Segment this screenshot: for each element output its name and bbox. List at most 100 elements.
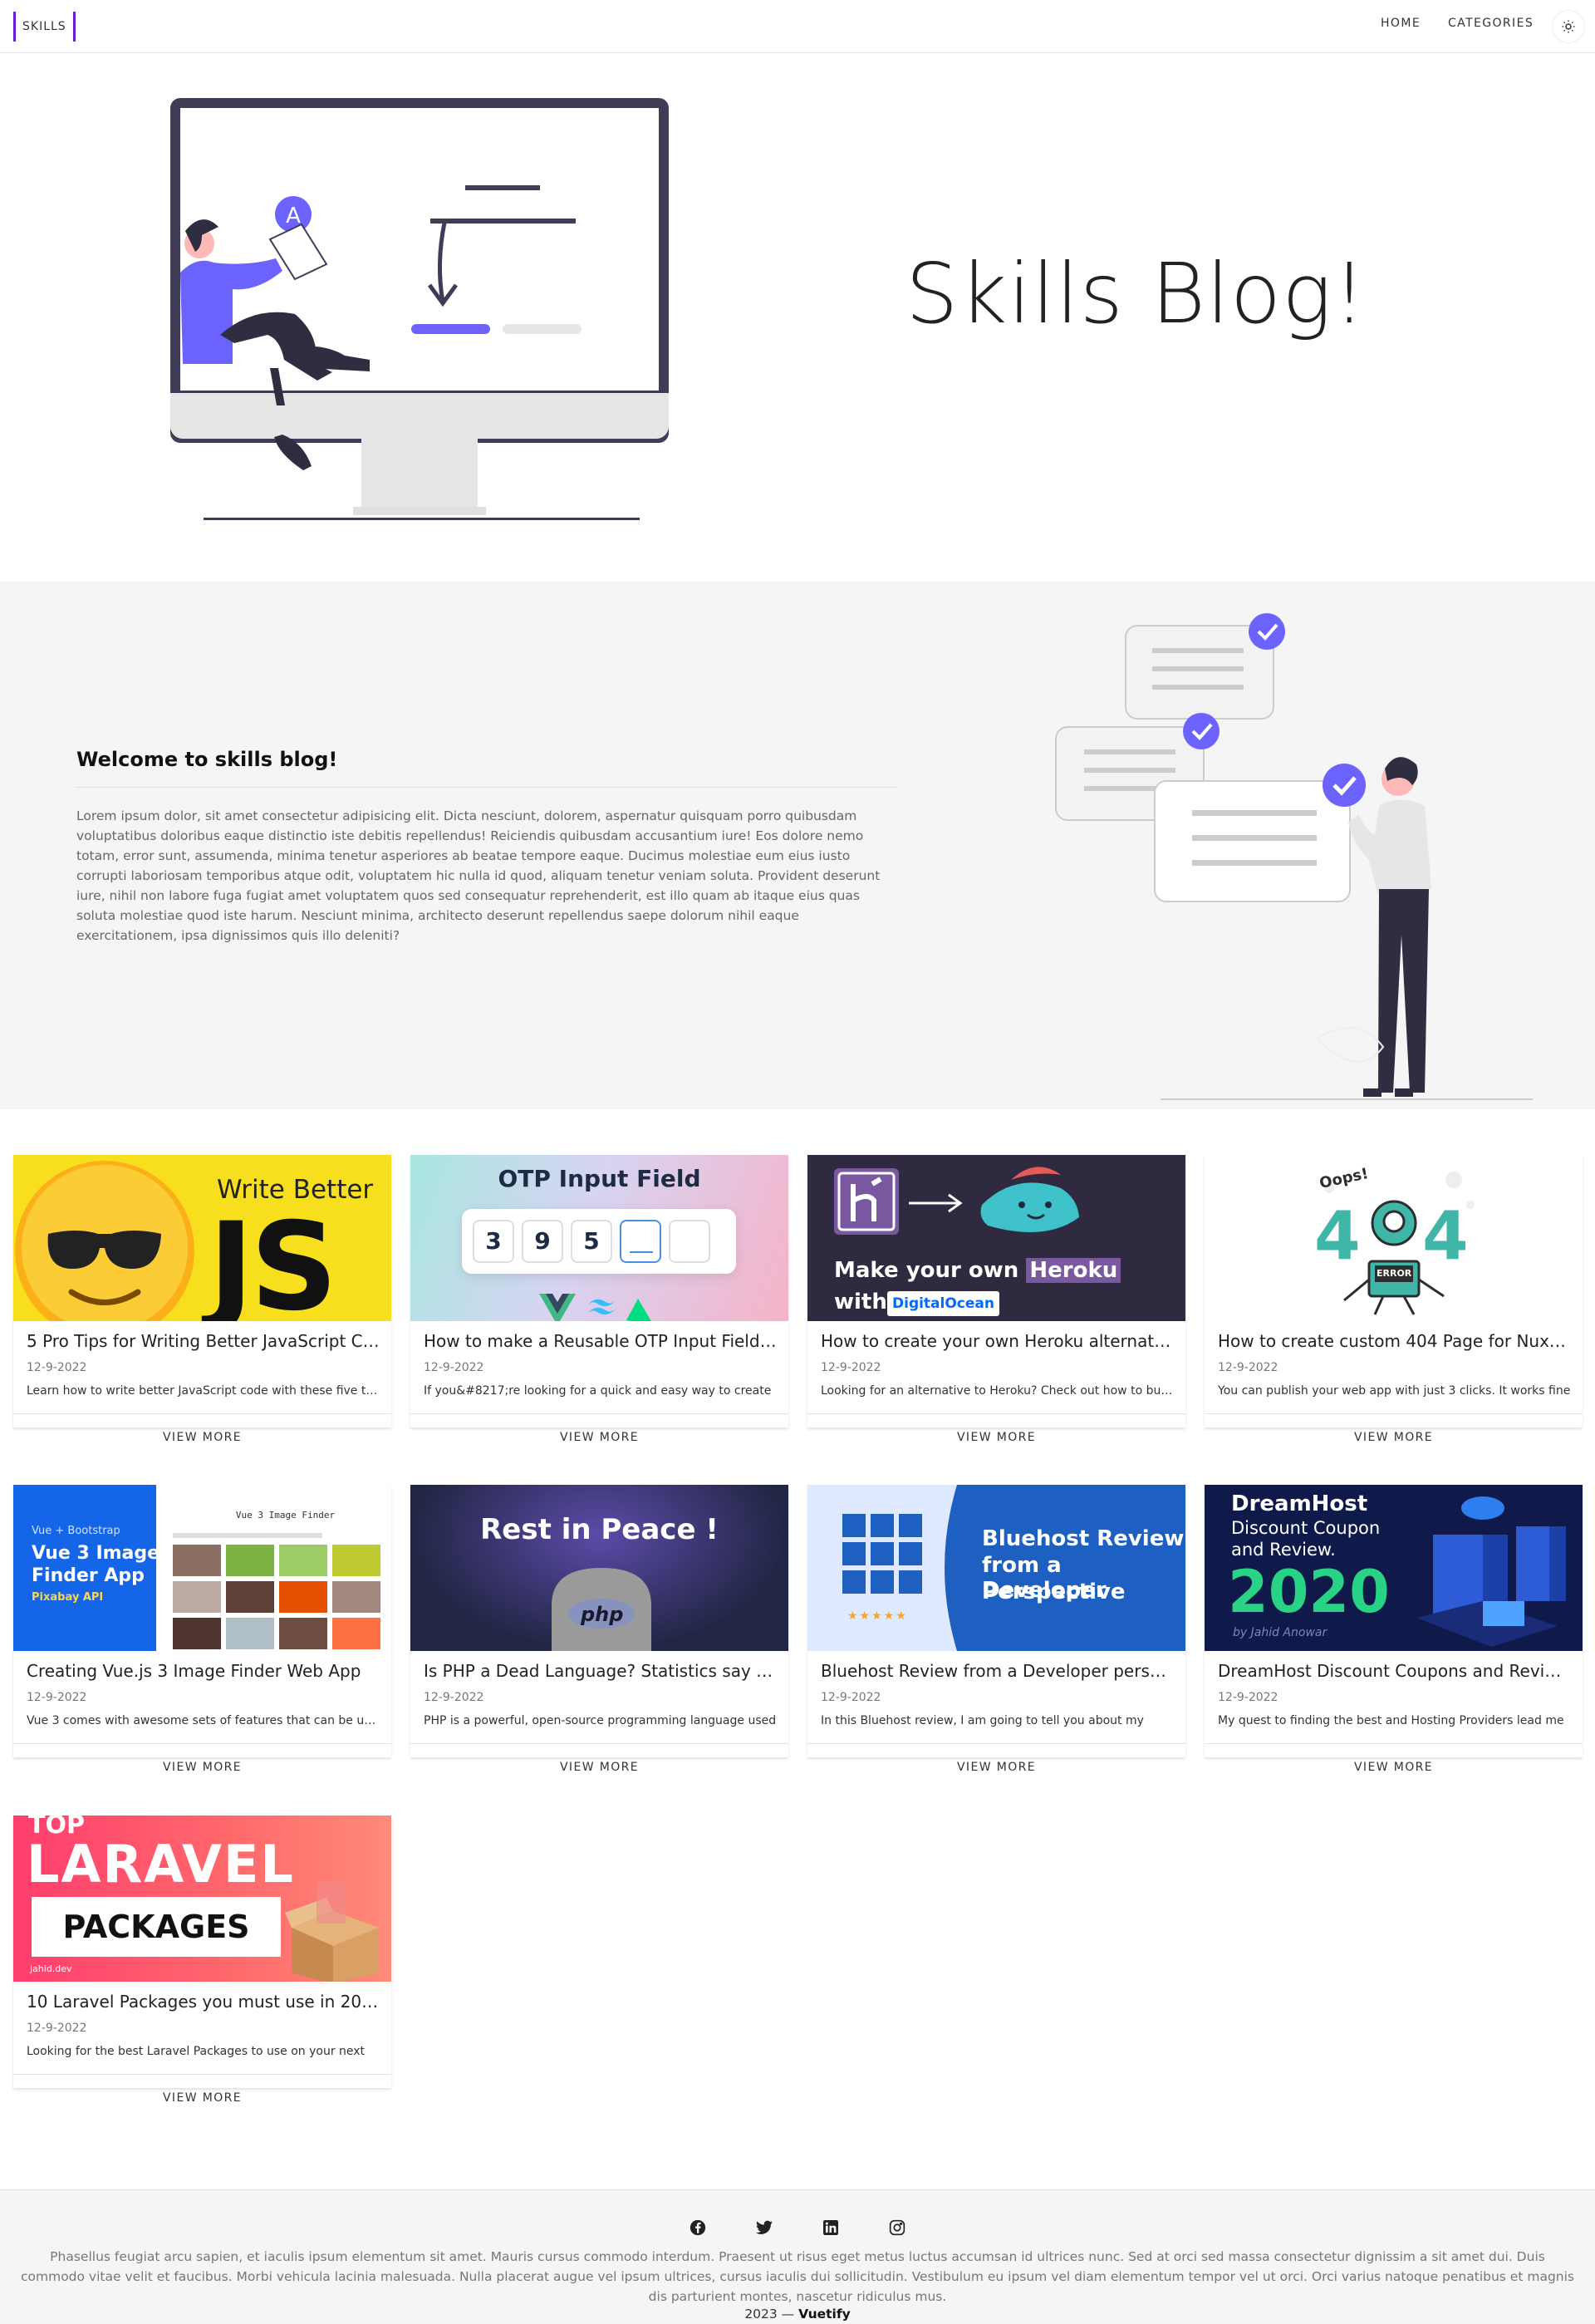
thumb-text: Discount Coupon <box>1231 1518 1381 1538</box>
facebook-icon <box>690 2219 706 2236</box>
post-card: ★★★★★ Bluehost Review from a Developer P… <box>807 1485 1185 1788</box>
post-thumbnail[interactable]: ★★★★★ Bluehost Review from a Developer P… <box>807 1485 1185 1651</box>
view-more-button[interactable]: VIEW MORE <box>1205 1752 1583 1782</box>
svg-text:A: A <box>286 204 301 228</box>
post-thumbnail[interactable]: Vue + Bootstrap Vue 3 Image Finder App P… <box>13 1485 391 1651</box>
nav-link-categories[interactable]: CATEGORIES <box>1448 17 1534 30</box>
view-more-button[interactable]: VIEW MORE <box>13 1422 391 1452</box>
post-card-body[interactable]: ★★★★★ Bluehost Review from a Developer P… <box>807 1485 1185 1774</box>
theme-toggle-button[interactable] <box>1552 10 1585 43</box>
otp-digit <box>669 1220 710 1263</box>
card-divider <box>807 1413 1185 1414</box>
post-card: Write Better JS 5 Pro Tips for Writing B… <box>13 1155 391 1458</box>
post-title[interactable]: How to create your own Heroku alternativ… <box>821 1331 1174 1351</box>
view-more-button[interactable]: VIEW MORE <box>13 2083 391 2113</box>
thumb-text: php <box>581 1603 624 1626</box>
thumb-text: OTP Input Field <box>498 1165 701 1192</box>
post-card-body[interactable]: Make your own Heroku with DigitalOcean H… <box>807 1155 1185 1444</box>
post-card: OTP Input Field 3 9 5 How to make a Reus… <box>410 1155 788 1458</box>
thumb-text: Vue 3 Image <box>32 1543 160 1564</box>
sun-icon <box>1562 20 1575 33</box>
post-card-body[interactable]: 4 4 Oops! 404 ERROR How to create custom… <box>1205 1155 1583 1444</box>
post-title[interactable]: DreamHost Discount Coupons and Review 20… <box>1218 1661 1571 1681</box>
post-date: 12-9-2022 <box>27 1361 87 1374</box>
post-card-body[interactable]: TOP LARAVEL PACKAGES jahid.dev 10 Larave… <box>13 1815 391 2105</box>
otp-digit: 3 <box>473 1220 514 1263</box>
post-thumbnail[interactable]: TOP LARAVEL PACKAGES jahid.dev <box>13 1815 391 1982</box>
thumb-text: Make your own Heroku <box>834 1258 1121 1283</box>
post-card: DreamHost Discount Coupon and Review. 20… <box>1205 1485 1583 1788</box>
welcome-heading: Welcome to skills blog! <box>76 748 338 771</box>
post-title[interactable]: 10 Laravel Packages you must use in 2022 <box>27 1992 380 2012</box>
post-title[interactable]: 5 Pro Tips for Writing Better JavaScript… <box>27 1331 380 1351</box>
post-card-body[interactable]: OTP Input Field 3 9 5 How to make a Reus… <box>410 1155 788 1444</box>
twitter-link[interactable] <box>752 2215 777 2240</box>
thumb-text: and Review. <box>1231 1540 1336 1560</box>
post-card: 4 4 Oops! 404 ERROR How to create custom… <box>1205 1155 1583 1458</box>
view-more-button[interactable]: VIEW MORE <box>1205 1422 1583 1452</box>
thumb-text: ERROR <box>1377 1268 1412 1279</box>
view-more-button[interactable]: VIEW MORE <box>807 1422 1185 1452</box>
view-more-button[interactable]: VIEW MORE <box>410 1752 788 1782</box>
post-thumbnail[interactable]: 4 4 Oops! 404 ERROR <box>1205 1155 1583 1321</box>
footer-brand: Vuetify <box>798 2307 851 2322</box>
post-card-body[interactable]: Rest in Peace ! php Is PHP a Dead Langua… <box>410 1485 788 1774</box>
server-isometric-icon <box>1416 1496 1566 1647</box>
nav-link-home[interactable]: HOME <box>1381 17 1421 30</box>
thumb-text: by Jahid Anowar <box>1233 1626 1328 1639</box>
post-card-body[interactable]: DreamHost Discount Coupon and Review. 20… <box>1205 1485 1583 1774</box>
package-box-icon <box>285 1882 379 1982</box>
instagram-icon <box>889 2219 905 2236</box>
footer-copyright: 2023 — Vuetify <box>744 2307 851 2322</box>
post-thumbnail[interactable]: Rest in Peace ! php <box>410 1485 788 1651</box>
rating-stars: ★★★★★ <box>847 1609 908 1623</box>
view-more-button[interactable]: VIEW MORE <box>13 1752 391 1782</box>
welcome-section: Welcome to skills blog! Lorem ipsum dolo… <box>0 582 1595 1109</box>
thumb-text: LARAVEL <box>27 1834 295 1894</box>
post-date: 12-9-2022 <box>821 1691 881 1704</box>
post-card: Rest in Peace ! php Is PHP a Dead Langua… <box>410 1485 788 1788</box>
thumb-text: Vue + Bootstrap <box>32 1525 120 1537</box>
site-logo[interactable]: SKILLS <box>13 12 76 42</box>
post-date: 12-9-2022 <box>1218 1361 1278 1374</box>
linkedin-icon <box>823 2220 838 2235</box>
hero-title: Skills Blog! <box>905 245 1367 342</box>
post-date: 12-9-2022 <box>27 1691 87 1704</box>
post-title[interactable]: Bluehost Review from a Developer perspec… <box>821 1661 1174 1681</box>
post-excerpt: PHP is a powerful, open-source programmi… <box>424 1714 777 1727</box>
post-title[interactable]: Creating Vue.js 3 Image Finder Web App <box>27 1661 380 1681</box>
post-thumbnail[interactable]: DreamHost Discount Coupon and Review. 20… <box>1205 1485 1583 1651</box>
post-excerpt: Looking for an alternative to Heroku? Ch… <box>821 1384 1174 1398</box>
post-title[interactable]: How to make a Reusable OTP Input Field C… <box>424 1331 777 1351</box>
post-excerpt: If you&#8217;re looking for a quick and … <box>424 1384 772 1398</box>
linkedin-link[interactable] <box>818 2215 843 2240</box>
post-date: 12-9-2022 <box>424 1691 484 1704</box>
welcome-divider <box>76 787 897 788</box>
post-excerpt: In this Bluehost review, I am going to t… <box>821 1714 1144 1727</box>
view-more-button[interactable]: VIEW MORE <box>410 1422 788 1452</box>
post-title[interactable]: Is PHP a Dead Language? Statistics say n… <box>424 1661 777 1681</box>
post-card-body[interactable]: Write Better JS 5 Pro Tips for Writing B… <box>13 1155 391 1444</box>
post-card-body[interactable]: Vue + Bootstrap Vue 3 Image Finder App P… <box>13 1485 391 1774</box>
post-thumbnail[interactable]: OTP Input Field 3 9 5 <box>410 1155 788 1321</box>
card-divider <box>13 2074 391 2075</box>
thumb-text: Finder App <box>32 1565 145 1586</box>
post-title[interactable]: How to create custom 404 Page for Nuxt.j… <box>1218 1331 1571 1351</box>
thumb-text: Pixabay API <box>32 1591 104 1604</box>
card-divider <box>807 1743 1185 1744</box>
footer-text: Phasellus feugiat arcu sapien, et iaculi… <box>21 2249 1574 2304</box>
facebook-link[interactable] <box>685 2215 710 2240</box>
post-excerpt: My quest to finding the best and Hosting… <box>1218 1714 1564 1727</box>
card-divider <box>1205 1413 1583 1414</box>
site-footer: Phasellus feugiat arcu sapien, et iaculi… <box>0 2189 1595 2324</box>
card-divider <box>410 1743 788 1744</box>
view-more-button[interactable]: VIEW MORE <box>807 1752 1185 1782</box>
post-thumbnail[interactable]: Make your own Heroku with DigitalOcean <box>807 1155 1185 1321</box>
thumb-text: jahid.dev <box>30 1963 72 1974</box>
thumb-text: JS <box>209 1196 337 1321</box>
card-divider <box>410 1413 788 1414</box>
post-date: 12-9-2022 <box>1218 1691 1278 1704</box>
post-thumbnail[interactable]: Write Better JS <box>13 1155 391 1321</box>
thumb-text: PACKAGES <box>32 1897 281 1957</box>
instagram-link[interactable] <box>885 2215 910 2240</box>
